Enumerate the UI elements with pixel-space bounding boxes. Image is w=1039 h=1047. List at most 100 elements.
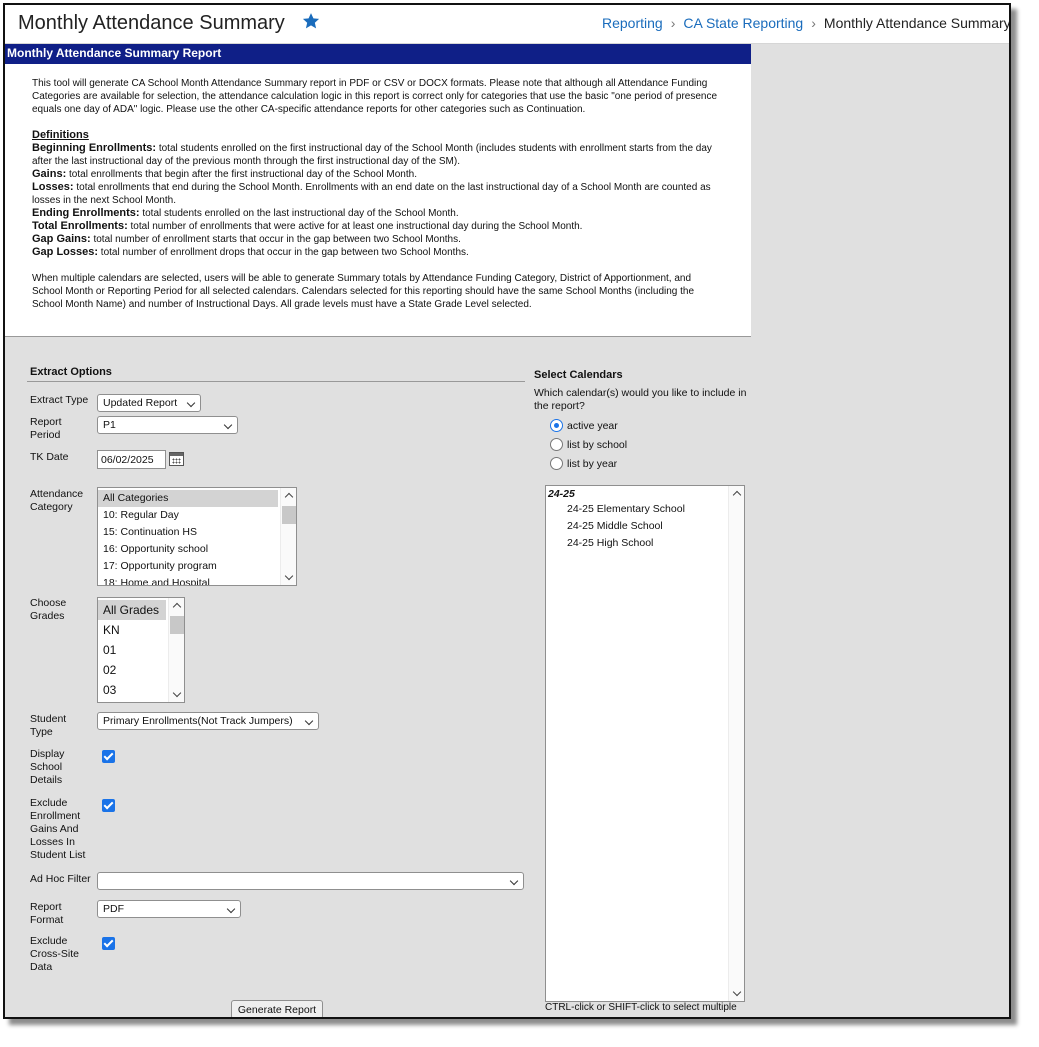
breadcrumb-ca-state-reporting[interactable]: CA State Reporting xyxy=(683,15,803,31)
extract-options-title: Extract Options xyxy=(30,366,112,378)
chevron-down-icon xyxy=(186,398,196,408)
section-divider xyxy=(27,381,525,382)
page-header: Monthly Attendance Summary Reporting › CA … xyxy=(5,5,1011,44)
definition-text: total number of enrollment starts that o… xyxy=(90,234,461,245)
panel-title: Monthly Attendance Summary Report xyxy=(5,44,751,64)
definition-item: Gap Gains: total number of enrollment st… xyxy=(32,233,724,246)
attendance-category-list[interactable]: All Categories 10: Regular Day 15: Conti… xyxy=(97,487,297,586)
calendar-list[interactable]: 24-25 24-25 Elementary School 24-25 Midd… xyxy=(545,485,745,1002)
grades-list[interactable]: All Grades KN 01 02 03 xyxy=(97,597,185,703)
calendar-item[interactable]: 24-25 Elementary School xyxy=(567,503,685,515)
list-item[interactable]: 17: Opportunity program xyxy=(98,558,296,575)
panel-body: This tool will generate CA School Month … xyxy=(5,64,751,311)
tk-date-input[interactable]: 06/02/2025 xyxy=(97,450,166,469)
scroll-down-icon[interactable] xyxy=(732,987,742,997)
definition-item: Gap Losses: total number of enrollment d… xyxy=(32,246,724,259)
chevron-right-icon: › xyxy=(811,15,816,31)
definition-item: Losses: total enrollments that end durin… xyxy=(32,181,724,207)
definitions-title: Definitions xyxy=(32,129,89,141)
exclude-gains-losses-label: Exclude Enrollment Gains And Losses In S… xyxy=(30,797,86,861)
definition-item: Total Enrollments: total number of enrol… xyxy=(32,220,724,233)
list-item[interactable]: 18: Home and Hospital xyxy=(98,575,296,585)
exclude-cross-site-label: Exclude Cross-Site Data xyxy=(30,935,80,973)
select-calendars-title: Select Calendars xyxy=(534,369,623,381)
student-type-label: Student Type xyxy=(30,713,67,738)
list-item[interactable]: 15: Continuation HS xyxy=(98,524,296,541)
breadcrumb-current: Monthly Attendance Summary xyxy=(823,15,1011,31)
scrollbar[interactable] xyxy=(168,598,184,702)
definition-term: Gains: xyxy=(32,168,67,180)
definition-item: Gains: total enrollments that begin afte… xyxy=(32,168,724,181)
definition-term: Gap Gains: xyxy=(32,233,91,245)
chevron-down-icon xyxy=(304,716,314,726)
student-type-select[interactable]: Primary Enrollments(Not Track Jumpers) xyxy=(97,712,319,730)
ad-hoc-filter-label: Ad Hoc Filter xyxy=(30,873,91,885)
definition-text: total number of enrollment drops that oc… xyxy=(98,247,469,258)
scroll-thumb[interactable] xyxy=(170,616,184,634)
scroll-thumb[interactable] xyxy=(282,506,296,524)
favorite-star-icon[interactable] xyxy=(301,11,321,31)
display-school-details-label: Display School Details xyxy=(30,748,65,786)
list-item[interactable]: 16: Opportunity school xyxy=(98,541,296,558)
page-title: Monthly Attendance Summary xyxy=(18,12,285,34)
report-period-label: Report Period xyxy=(30,416,62,441)
scroll-down-icon[interactable] xyxy=(284,571,294,581)
chevron-down-icon xyxy=(226,904,236,914)
generate-report-button[interactable]: Generate Report xyxy=(231,1000,323,1017)
list-item[interactable]: All Categories xyxy=(98,490,278,507)
radio-active-year[interactable] xyxy=(550,419,563,432)
app-window: Monthly Attendance Summary Reporting › CA … xyxy=(3,3,1011,1019)
scroll-up-icon[interactable] xyxy=(172,602,182,612)
report-format-select[interactable]: PDF xyxy=(97,900,241,918)
exclude-gains-losses-checkbox[interactable] xyxy=(102,799,115,812)
definition-term: Beginning Enrollments: xyxy=(32,142,157,154)
display-school-details-checkbox[interactable] xyxy=(102,750,115,763)
scroll-up-icon[interactable] xyxy=(284,492,294,502)
calendar-item[interactable]: 24-25 Middle School xyxy=(567,520,663,532)
chevron-down-icon xyxy=(223,420,233,430)
definition-term: Ending Enrollments: xyxy=(32,207,140,219)
scroll-up-icon[interactable] xyxy=(732,490,742,500)
definition-text: total enrollments that begin after the f… xyxy=(66,169,417,180)
chevron-down-icon xyxy=(509,876,519,886)
radio-active-year-label[interactable]: active year xyxy=(567,420,618,432)
report-period-value: P1 xyxy=(103,419,116,431)
report-format-value: PDF xyxy=(103,903,124,915)
radio-list-by-school-label[interactable]: list by school xyxy=(567,439,627,451)
tk-date-label: TK Date xyxy=(30,451,69,463)
radio-list-by-year-label[interactable]: list by year xyxy=(567,458,617,470)
radio-list-by-year[interactable] xyxy=(550,457,563,470)
scrollbar[interactable] xyxy=(280,488,296,585)
chevron-right-icon: › xyxy=(670,15,676,31)
breadcrumb: Reporting › CA State Reporting › Monthly Att… xyxy=(602,15,1011,31)
definition-term: Losses: xyxy=(32,181,74,193)
calendar-question: Which calendar(s) would you like to incl… xyxy=(534,387,747,412)
extract-type-value: Updated Report xyxy=(103,397,178,409)
definition-text: total number of enrollments that were ac… xyxy=(127,221,583,232)
list-item[interactable]: 10: Regular Day xyxy=(98,507,296,524)
definition-term: Total Enrollments: xyxy=(32,220,128,232)
calendar-item[interactable]: 24-25 High School xyxy=(567,537,653,549)
scrollbar[interactable] xyxy=(728,486,744,1001)
extract-form: Extract Options Extract Type Updated Rep… xyxy=(5,338,1009,1017)
calendar-group-label: 24-25 xyxy=(548,488,575,500)
scroll-down-icon[interactable] xyxy=(172,688,182,698)
definition-text: total students enrolled on the last inst… xyxy=(139,208,459,219)
extract-type-select[interactable]: Updated Report xyxy=(97,394,201,412)
choose-grades-label: Choose Grades xyxy=(30,597,67,622)
report-period-select[interactable]: P1 xyxy=(97,416,238,434)
student-type-value: Primary Enrollments(Not Track Jumpers) xyxy=(103,715,293,727)
radio-list-by-school[interactable] xyxy=(550,438,563,451)
definition-item: Beginning Enrollments: total students en… xyxy=(32,142,724,168)
attendance-category-label: Attendance Category xyxy=(30,488,84,513)
intro-text: This tool will generate CA School Month … xyxy=(32,78,718,115)
report-format-label: Report Format xyxy=(30,901,64,926)
report-info-panel: Monthly Attendance Summary Report This t… xyxy=(5,44,751,337)
calendar-icon[interactable] xyxy=(169,452,184,466)
exclude-cross-site-checkbox[interactable] xyxy=(102,937,115,950)
multi-calendar-note: When multiple calendars are selected, us… xyxy=(32,273,695,310)
extract-type-label: Extract Type xyxy=(30,394,89,406)
ad-hoc-filter-select[interactable] xyxy=(97,872,524,890)
list-item[interactable]: All Grades xyxy=(98,600,166,620)
breadcrumb-reporting[interactable]: Reporting xyxy=(602,15,663,31)
